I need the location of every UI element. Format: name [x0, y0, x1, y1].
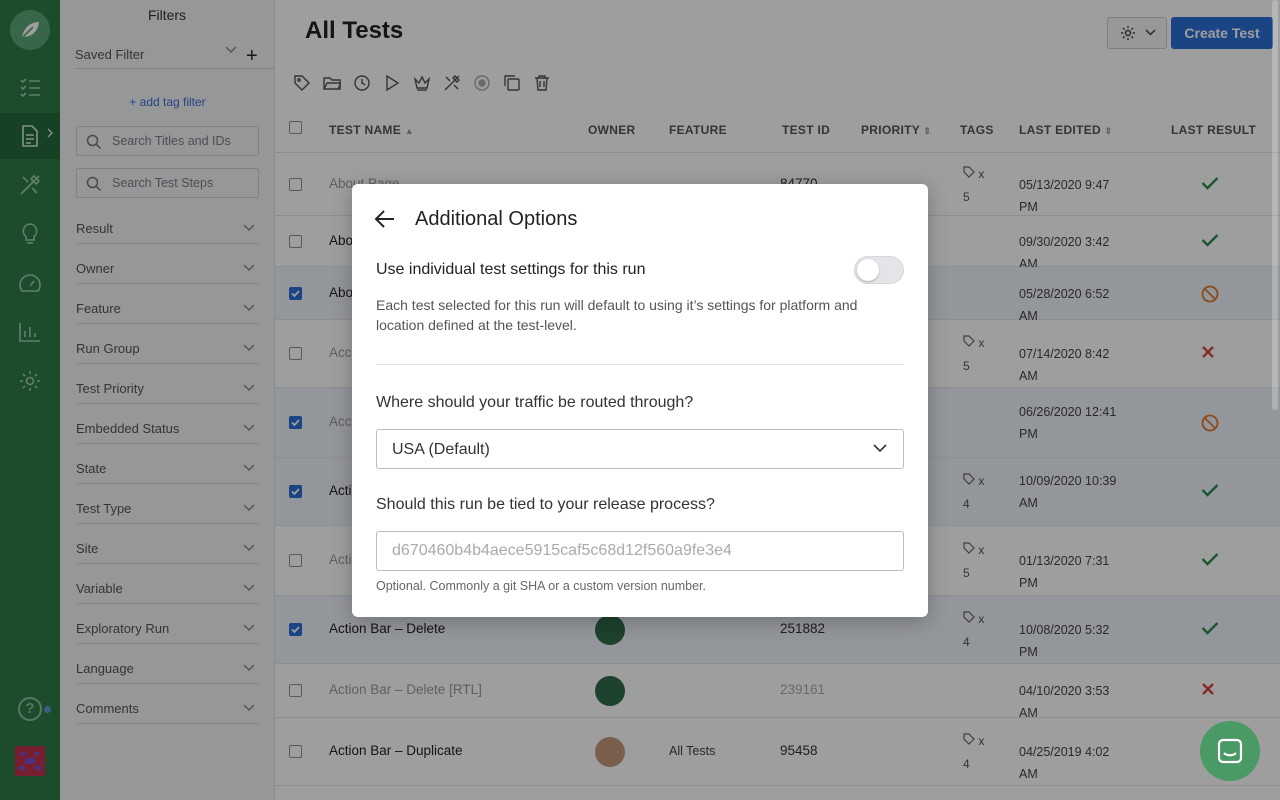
release-process-label: Should this run be tied to your release … [376, 496, 715, 513]
traffic-route-select[interactable]: USA (Default) [376, 429, 904, 469]
release-version-input[interactable] [376, 531, 904, 571]
traffic-route-label: Where should your traffic be routed thro… [376, 394, 694, 411]
back-arrow-icon[interactable] [374, 208, 396, 230]
page-scrollbar[interactable] [1272, 0, 1278, 410]
chat-icon [1217, 738, 1243, 764]
divider [376, 364, 904, 365]
modal-title: Additional Options [415, 208, 578, 230]
chat-launcher-button[interactable] [1200, 721, 1260, 781]
individual-settings-label: Use individual test settings for this ru… [376, 261, 646, 278]
chevron-down-icon [873, 444, 887, 453]
release-version-hint: Optional. Commonly a git SHA or a custom… [376, 579, 707, 593]
toggle-knob [857, 259, 879, 281]
traffic-route-value: USA (Default) [392, 441, 490, 458]
additional-options-modal: Additional Options Use individual test s… [352, 184, 928, 617]
individual-settings-description: Each test selected for this run will def… [376, 297, 858, 333]
individual-settings-toggle[interactable] [854, 256, 904, 284]
